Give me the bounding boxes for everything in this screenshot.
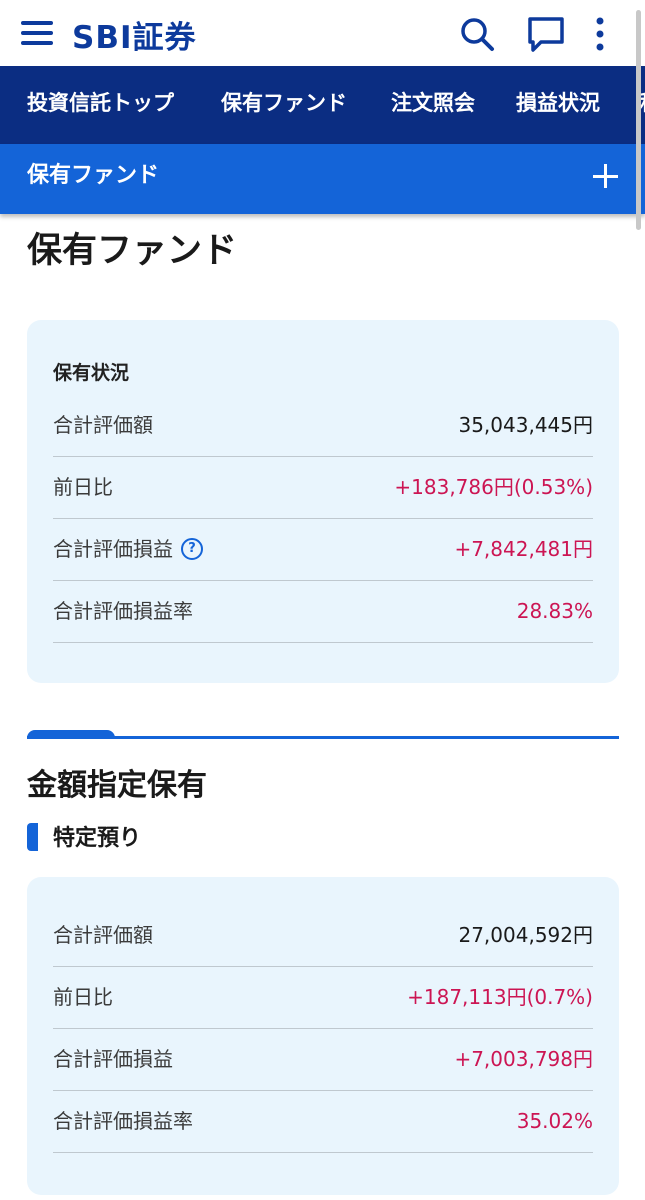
fund-nav: 投資信託トップ 保有ファンド 注文照会 損益状況 積 (0, 66, 645, 144)
nav-item-fund-top[interactable]: 投資信託トップ (27, 66, 174, 144)
page-scrollbar[interactable] (636, 10, 641, 230)
row-value: +187,113円(0.7%) (407, 985, 593, 1009)
section-title: 金額指定保有 (27, 768, 207, 803)
row-label: 合計評価額 (53, 923, 153, 947)
summary-row-total-value: 合計評価額 35,043,445円 (53, 395, 593, 457)
account-row-day-change: 前日比 +187,113円(0.7%) (53, 967, 593, 1029)
row-value: 27,004,592円 (458, 923, 593, 947)
search-icon[interactable] (458, 15, 496, 53)
specific-account-card: 合計評価額 27,004,592円 前日比 +187,113円(0.7%) 合計… (27, 877, 619, 1195)
row-label: 合計評価損益率 (53, 599, 193, 623)
section-divider (27, 736, 619, 739)
account-row-unrealized-pl: 合計評価損益 +7,003,798円 (53, 1029, 593, 1091)
row-label: 合計評価額 (53, 413, 153, 437)
row-label: 合計評価損益 (53, 537, 173, 561)
row-label: 前日比 (53, 985, 113, 1009)
card-title: 保有状況 (53, 362, 130, 384)
sbi-logo[interactable]: SBI証券 (72, 12, 197, 57)
row-value: 28.83% (516, 599, 593, 623)
holdings-summary-card: 保有状況 合計評価額 35,043,445円 前日比 +183,786円(0.5… (27, 320, 619, 683)
account-row-pl-rate: 合計評価損益率 35.02% (53, 1091, 593, 1153)
row-label: 合計評価損益率 (53, 1109, 193, 1133)
row-label: 合計評価損益 (53, 1047, 173, 1071)
section-header-bar: 保有ファンド (0, 144, 645, 214)
nav-item-holdings[interactable]: 保有ファンド (221, 66, 347, 144)
summary-row-pl-rate: 合計評価損益率 28.83% (53, 581, 593, 643)
nav-item-profit-loss[interactable]: 損益状況 (516, 66, 600, 144)
account-row-total-value: 合計評価額 27,004,592円 (53, 905, 593, 967)
row-label: 前日比 (53, 475, 113, 499)
row-value: +7,003,798円 (454, 1047, 593, 1071)
more-vertical-icon[interactable] (590, 15, 610, 53)
subsection-title: 特定預り (53, 826, 142, 851)
top-header: SBI証券 (0, 0, 645, 66)
row-value: +183,786円(0.53%) (394, 475, 593, 499)
help-icon[interactable]: ? (181, 537, 203, 560)
chat-icon[interactable] (527, 15, 565, 53)
subsection-marker (27, 823, 38, 851)
page-title: 保有ファンド (27, 231, 238, 271)
menu-icon[interactable] (21, 17, 55, 49)
plus-icon[interactable] (591, 162, 621, 192)
section-header-title: 保有ファンド (27, 163, 160, 188)
section-tab-marker (27, 730, 115, 739)
row-value: +7,842,481円 (454, 537, 593, 561)
summary-row-unrealized-pl: 合計評価損益? +7,842,481円 (53, 519, 593, 581)
row-value: 35.02% (516, 1109, 593, 1133)
summary-row-day-change: 前日比 +183,786円(0.53%) (53, 457, 593, 519)
nav-item-orders[interactable]: 注文照会 (391, 66, 475, 144)
row-value: 35,043,445円 (458, 413, 593, 437)
